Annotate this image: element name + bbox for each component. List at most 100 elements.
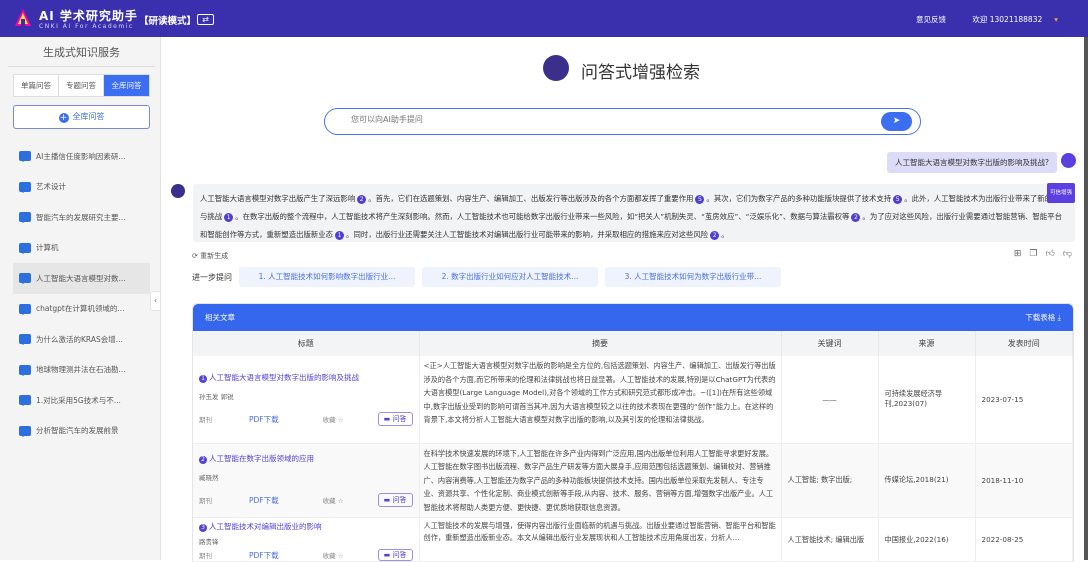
qa-button[interactable]: ▬ 问答: [377, 493, 413, 508]
download-icon: ⤓: [1057, 313, 1061, 322]
history-item[interactable]: 艺术设计: [13, 172, 150, 203]
search-bar: ➤: [324, 108, 921, 135]
abstract-cell: <正>人工智能大语言模型对数字出版的影响是全方位的,包括选题策划、内容生产、编辑…: [419, 356, 782, 444]
history-item[interactable]: 分析智能汽车的发展前景: [13, 416, 150, 447]
answer-text: 人工智能大语言模型对数字出版产生了深远影响 2 。首先，它们在选题策划、内容生产、编…: [200, 194, 1067, 240]
qa-button[interactable]: ▬ 问答: [377, 549, 413, 561]
feedback-link[interactable]: 意见反馈: [916, 15, 946, 24]
history-list: AI主播信任度影响因素研... 艺术设计 智能汽车的发展研究主要... 计算机 …: [13, 141, 150, 446]
abstract-cell: 在科学技术快速发展的环境下,人工智能在许多产业内得到广泛应用,国内出版单位利用人…: [419, 443, 782, 518]
date-cell: 2018-11-10: [975, 443, 1073, 518]
send-button[interactable]: ➤: [881, 112, 912, 131]
history-item[interactable]: 智能汽车的发展研究主要...: [13, 202, 150, 233]
date-cell: 2022-08-25: [975, 517, 1073, 562]
history-item[interactable]: chatgpt在计算机领域的...: [13, 294, 150, 325]
app-subtitle: CNKI AI For Academic: [39, 23, 134, 30]
refresh-icon: ⟳: [192, 252, 201, 260]
suggestion-chip[interactable]: 3. 人工智能技术如何为数字出版行业带...: [605, 267, 781, 287]
pdf-download-link[interactable]: PDF下载: [249, 414, 279, 425]
citation-marker[interactable]: 2: [357, 195, 367, 204]
row-number: 2: [199, 456, 207, 465]
source-cell: 可持续发展经济导刊,2023(07): [878, 356, 976, 444]
keywords-cell: ——: [781, 356, 879, 444]
pdf-download-link[interactable]: PDF下载: [249, 550, 279, 561]
chat-icon: [19, 273, 31, 285]
add-note-icon[interactable]: ⊞: [1014, 249, 1022, 259]
question-input[interactable]: [351, 115, 851, 124]
history-item-label: 为什么激活的KRAS会增...: [36, 334, 123, 344]
history-item-active[interactable]: 人工智能大语言模型对数...: [13, 263, 150, 294]
user-menu[interactable]: 欢迎 13021188832 ▾: [960, 15, 1058, 24]
app-header: AI 学术研究助手 CNKI AI For Academic 【研读模式】 ⇄ …: [0, 0, 1088, 37]
col-abstract: 摘要: [419, 331, 782, 356]
new-qa-button[interactable]: + 全库问答: [13, 105, 150, 129]
related-articles: 相关文章 下载表格 ⤓ 标题 摘要 关键词 来源 发表时间 1 人工智能大语言模型对…: [192, 303, 1074, 562]
pdf-download-link[interactable]: PDF下载: [249, 495, 279, 506]
history-item[interactable]: 计算机: [13, 233, 150, 264]
qa-label: 问答: [392, 415, 407, 424]
app-title: AI 学术研究助手: [39, 9, 138, 23]
answer-segment: 。在数字出版的整个流程中，人工智能技术将产生深刻影响。然而，人工智能技术也可能给…: [235, 212, 850, 221]
follow-up-questions: 进一步提问 1. 人工智能技术如何影响数字出版行业... 2. 数字出版行业如何…: [192, 267, 781, 287]
history-item[interactable]: 1.对比采用5G技术与不...: [13, 385, 150, 416]
citation-marker[interactable]: 1: [224, 213, 234, 222]
article-title-link[interactable]: 2 人工智能在数字出版领域的应用: [199, 453, 413, 465]
thumbs-up-icon[interactable]: 👍︎: [1045, 249, 1054, 259]
table-row: 1 人工智能大语言模型对数字出版的影响及挑战 孙玉发 郭锐 期刊 PDF下载 收藏 ☆…: [193, 356, 1073, 444]
download-table-button[interactable]: 下载表格 ⤓: [1025, 304, 1061, 331]
collapse-sidebar-button[interactable]: ‹: [150, 291, 161, 311]
qa-label: 问答: [392, 496, 407, 505]
article-title-link[interactable]: 3 人工智能技术对编辑出版业的影响: [199, 521, 413, 532]
chat-icon: ▬: [383, 496, 393, 505]
article-title: 人工智能技术对编辑出版业的影响: [209, 522, 322, 531]
chat-icon: [19, 395, 31, 407]
tab-single[interactable]: 单篇问答: [14, 75, 59, 96]
favorite-label: 收藏: [322, 552, 336, 560]
article-title: 人工智能在数字出版领域的应用: [209, 454, 314, 464]
regenerate-label: 重新生成: [200, 252, 229, 260]
citation-marker[interactable]: 1: [335, 231, 345, 240]
answer-segment: 。: [721, 230, 729, 239]
ai-avatar: [171, 184, 185, 198]
sidebar-title: 生成式知识服务: [8, 44, 155, 67]
suggestion-chip[interactable]: 1. 人工智能技术如何影响数字出版行业...: [239, 267, 415, 287]
regenerate-button[interactable]: ⟳ 重新生成: [192, 251, 228, 261]
favorite-button[interactable]: 收藏 ☆: [323, 495, 344, 505]
tab-topic[interactable]: 专题问答: [59, 75, 104, 96]
article-title: 人工智能大语言模型对数字出版的影响及挑战: [209, 373, 359, 383]
history-item-label: 计算机: [36, 243, 59, 253]
answer-segment: 。同时，出版行业还需要关注人工智能技术对编辑出版行业可能带来的影响，并采取相应的…: [346, 230, 709, 239]
chat-icon: ▬: [383, 415, 393, 424]
history-item[interactable]: AI主播信任度影响因素研...: [13, 141, 150, 172]
citation-marker[interactable]: 2: [851, 213, 861, 222]
title-cell: 2 人工智能在数字出版领域的应用 臧晓然 期刊 PDF下载 收藏 ☆ ▬ 问答: [193, 443, 420, 518]
article-title-link[interactable]: 1 人工智能大语言模型对数字出版的影响及挑战: [199, 372, 413, 384]
tab-full-library[interactable]: 全库问答: [104, 75, 149, 96]
qa-button[interactable]: ▬ 问答: [377, 412, 413, 427]
article-type: 期刊: [199, 497, 212, 506]
authors: 孙玉发 郭锐: [199, 393, 234, 402]
suggestion-chip[interactable]: 2. 数字出版行业如何应对人工智能技术...: [422, 267, 598, 287]
citation-marker[interactable]: 5: [695, 195, 705, 204]
history-item[interactable]: 地球物理测井法在石油勘...: [13, 355, 150, 386]
history-item[interactable]: 为什么激活的KRAS会增...: [13, 324, 150, 355]
answer-actions: ⊞ ❐ 👍︎ 👎︎: [1014, 249, 1072, 259]
user-question: 人工智能大语言模型对数字出版的影响及挑战?: [887, 152, 1057, 173]
authors: 路贵锋: [199, 538, 219, 546]
chevron-down-icon: ▾: [1054, 15, 1058, 24]
history-item-label: 地球物理测井法在石油勘...: [36, 365, 126, 375]
chat-icon: [19, 425, 31, 437]
article-type: 期刊: [199, 416, 212, 425]
citation-marker[interactable]: 5: [893, 195, 903, 204]
citation-marker[interactable]: 2: [710, 231, 720, 240]
thumbs-down-icon[interactable]: 👎︎: [1063, 249, 1072, 259]
star-icon: ☆: [337, 552, 344, 560]
favorite-button[interactable]: 收藏 ☆: [323, 414, 344, 424]
col-source: 来源: [878, 331, 976, 356]
copy-icon[interactable]: ❐: [1029, 249, 1037, 259]
swap-mode-button[interactable]: ⇄: [197, 14, 214, 25]
col-keywords: 关键词: [781, 331, 879, 356]
favorite-button[interactable]: 收藏 ☆: [323, 550, 344, 560]
page-title: 问答式增强检索: [581, 63, 700, 83]
window-edge: [1084, 37, 1088, 560]
